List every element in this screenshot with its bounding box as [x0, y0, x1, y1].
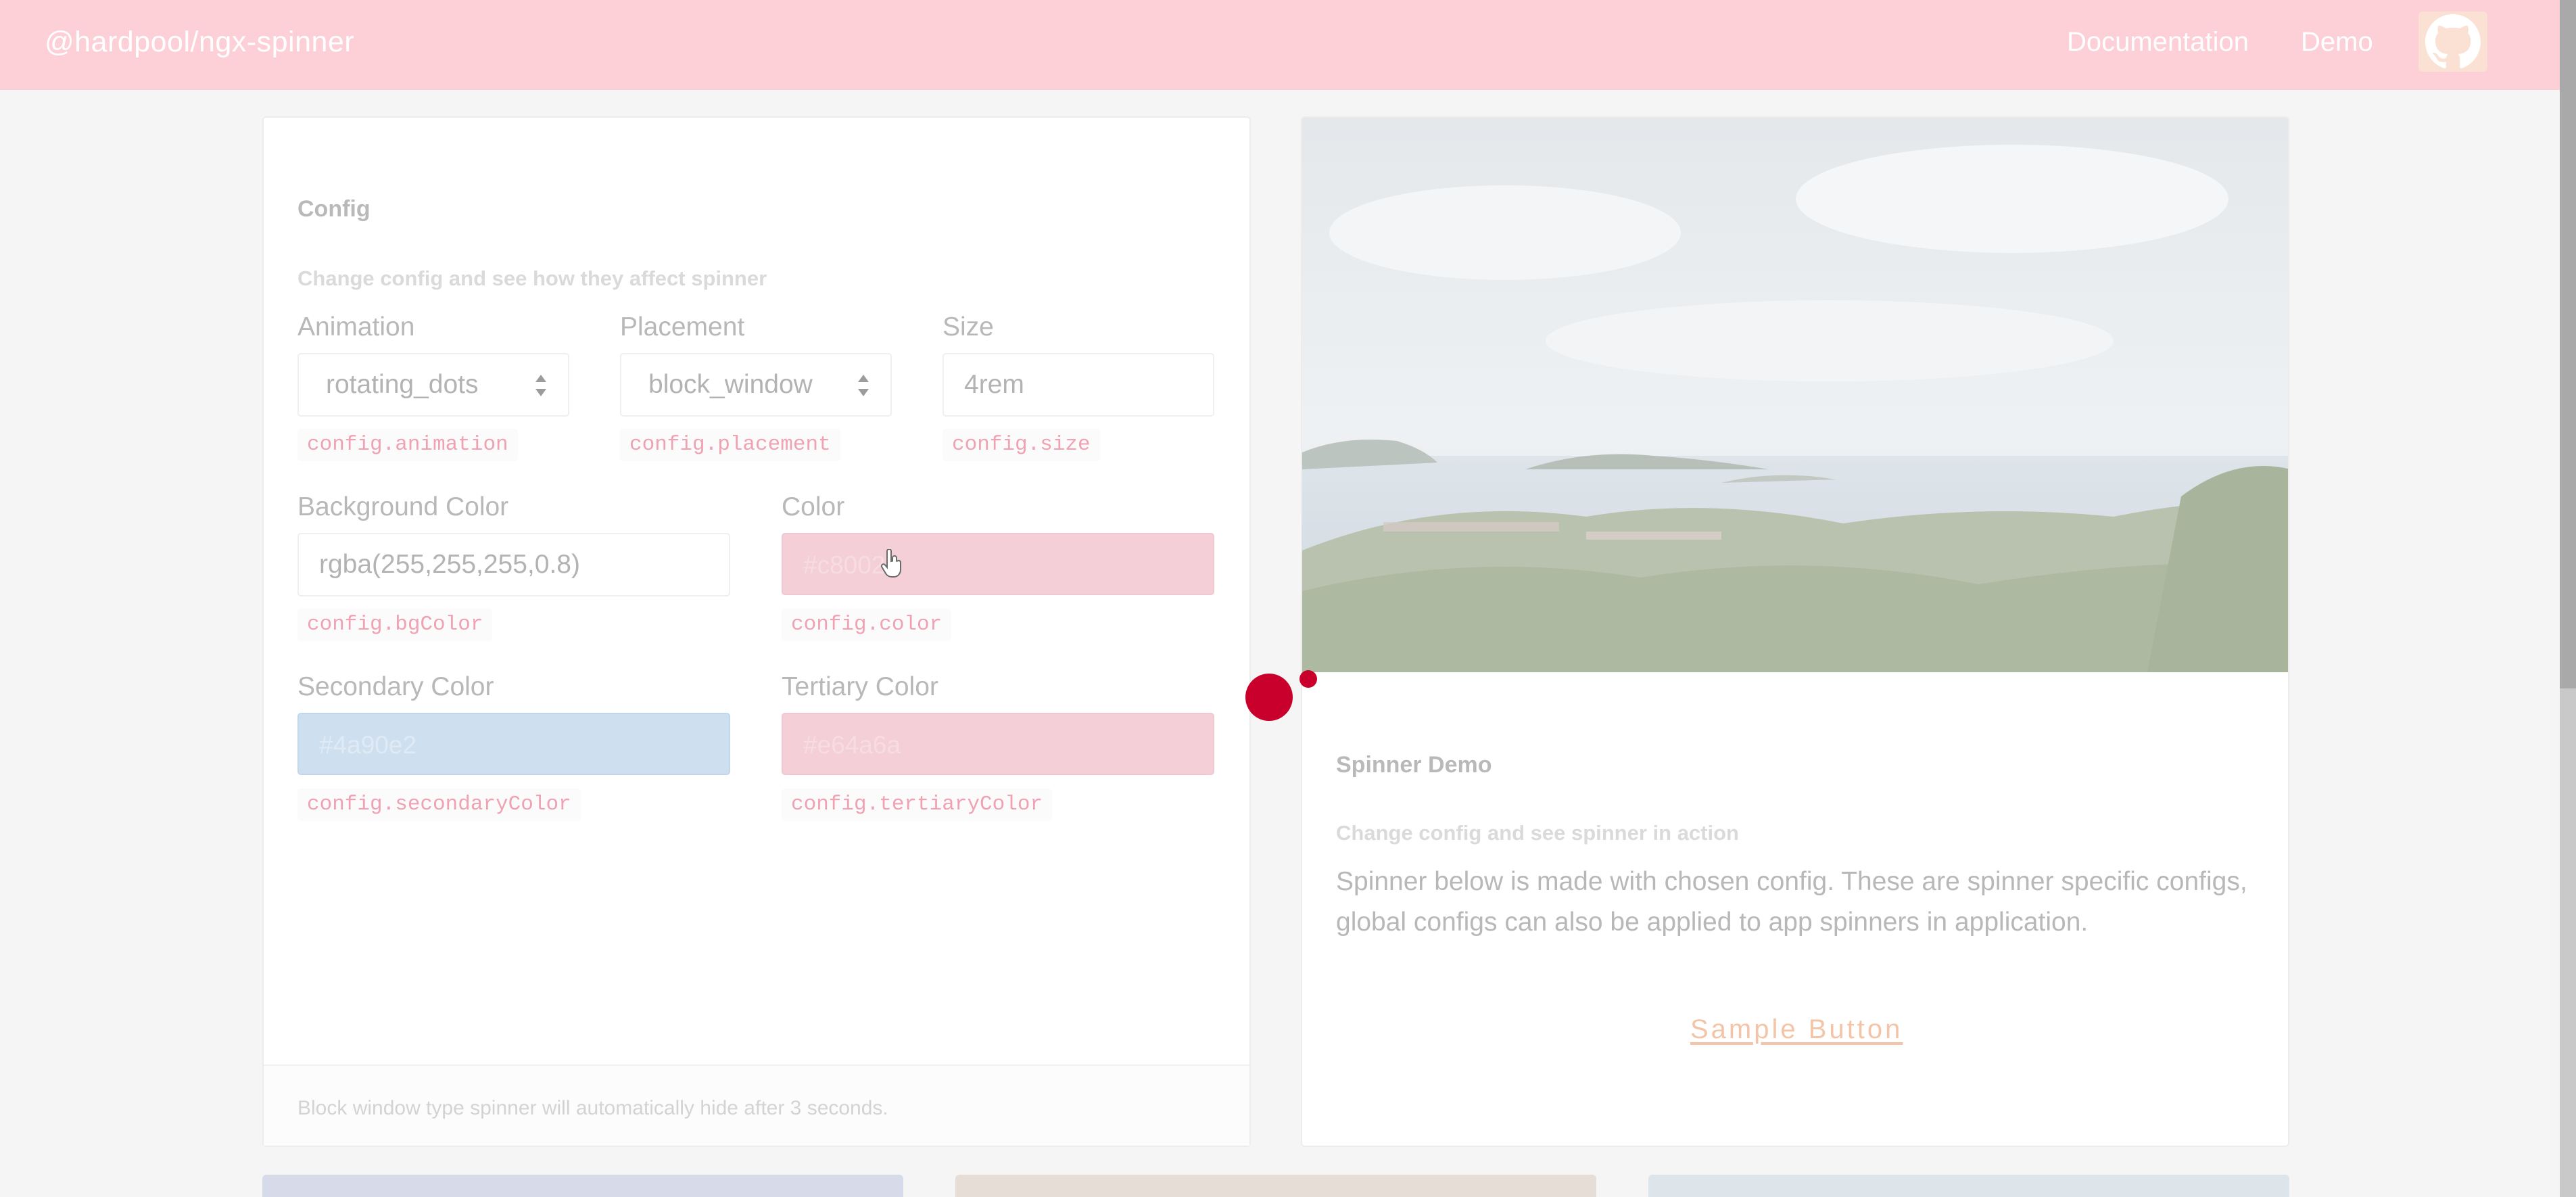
brand-title[interactable]: @hardpool/ngx-spinner — [45, 26, 354, 59]
config-card-footer: Block window type spinner will automatic… — [264, 1064, 1249, 1146]
secondary-color-input[interactable]: #4a90e2 — [297, 713, 730, 775]
demo-subtitle: Change config and see spinner in action — [1336, 821, 1739, 845]
bg-color-input[interactable]: rgba(255,255,255,0.8) — [297, 533, 730, 596]
size-input-value: 4rem — [964, 370, 1024, 399]
github-button[interactable] — [2418, 11, 2487, 72]
sample-button[interactable]: Sample Button — [1690, 1014, 1903, 1045]
animation-label: Animation — [297, 312, 415, 342]
bottom-card-2 — [955, 1175, 1596, 1197]
secondary-color-label: Secondary Color — [297, 672, 494, 701]
bottom-card-1 — [262, 1175, 903, 1197]
scrollbar-thumb[interactable] — [2560, 0, 2576, 688]
secondary-color-input-value: #4a90e2 — [319, 731, 417, 759]
tertiary-color-input[interactable]: #e64a6a — [782, 713, 1214, 775]
top-navbar: @hardpool/ngx-spinner Documentation Demo — [0, 0, 2560, 90]
tertiary-color-input-value: #e64a6a — [803, 731, 901, 759]
tertiary-color-label: Tertiary Color — [782, 672, 938, 701]
hand-cursor-icon — [880, 549, 901, 578]
demo-description: Spinner below is made with chosen config… — [1336, 867, 2247, 937]
color-input[interactable]: #c8002b — [782, 533, 1214, 595]
demo-title: Spinner Demo — [1336, 752, 1492, 778]
tertiary-color-code: config.tertiaryColor — [782, 789, 1053, 821]
bg-color-label: Background Color — [297, 492, 509, 521]
placement-select[interactable]: block_window — [620, 353, 892, 417]
github-icon — [2425, 14, 2481, 68]
config-card: Config Change config and see how they af… — [262, 116, 1251, 1147]
animation-code: config.animation — [297, 429, 518, 461]
placement-select-value: block_window — [648, 370, 813, 399]
spinner-dot-small — [1299, 670, 1317, 688]
select-arrows-icon — [857, 375, 870, 396]
color-code: config.color — [782, 609, 952, 641]
nav-demo-link[interactable]: Demo — [2301, 27, 2373, 57]
color-label: Color — [782, 492, 845, 521]
select-arrows-icon — [534, 375, 548, 396]
size-label: Size — [943, 312, 994, 342]
bg-color-code: config.bgColor — [297, 609, 493, 641]
secondary-color-code: config.secondaryColor — [297, 789, 581, 821]
size-input[interactable]: 4rem — [943, 353, 1214, 417]
placement-label: Placement — [620, 312, 745, 342]
landscape-image — [1302, 118, 2288, 672]
config-title: Config — [297, 196, 371, 222]
spinner-dot-large — [1245, 674, 1293, 721]
demo-card: Spinner Demo Change config and see spinn… — [1301, 116, 2289, 1147]
vertical-scrollbar[interactable] — [2560, 0, 2576, 1197]
bottom-card-3 — [1648, 1175, 2289, 1197]
bg-color-input-value: rgba(255,255,255,0.8) — [319, 550, 580, 579]
config-subtitle: Change config and see how they affect sp… — [297, 266, 767, 290]
animation-select[interactable]: rotating_dots — [297, 353, 569, 417]
placement-code: config.placement — [620, 429, 840, 461]
config-footer-note: Block window type spinner will automatic… — [297, 1097, 888, 1119]
size-code: config.size — [943, 429, 1100, 461]
nav-documentation-link[interactable]: Documentation — [2067, 27, 2249, 57]
animation-select-value: rotating_dots — [326, 370, 479, 399]
